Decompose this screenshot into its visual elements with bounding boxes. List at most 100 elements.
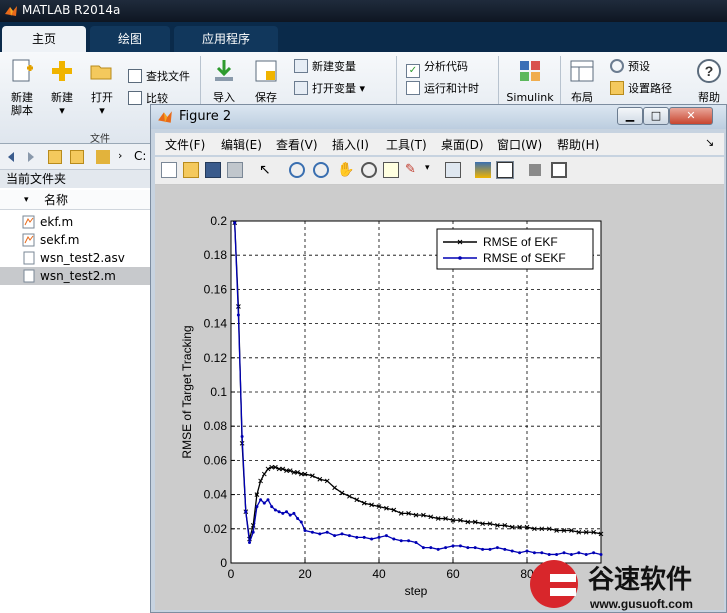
new-variable-button[interactable]: 新建变量 [294, 58, 356, 76]
close-button[interactable]: ✕ [669, 107, 713, 125]
data-point [384, 534, 388, 538]
new-script-button[interactable]: 新建 脚本 [4, 58, 40, 117]
file-row[interactable]: ekf.m [0, 213, 152, 231]
menu-insert[interactable]: 插入(I) [332, 136, 369, 153]
file-row[interactable]: sekf.m [0, 231, 152, 249]
current-path[interactable]: C: [134, 149, 146, 163]
find-files-icon [128, 69, 142, 83]
show-plot-tools-icon[interactable] [551, 162, 567, 178]
x-tick-label: 0 [228, 567, 235, 581]
file-row-selected[interactable]: wsn_test2.m [0, 267, 152, 285]
help-button[interactable]: ? 帮助 [694, 58, 724, 104]
new-script-label-1: 新建 [11, 91, 33, 104]
preferences-label: 预设 [628, 60, 650, 73]
file-row[interactable]: wsn_test2.asv [0, 249, 152, 267]
data-point [451, 544, 455, 548]
figure-menu-bar: 文件(F) 编辑(E) 查看(V) 插入(I) 工具(T) 桌面(D) 窗口(W… [155, 133, 724, 155]
data-point [244, 510, 248, 514]
colorbar-icon[interactable] [475, 162, 491, 178]
forward-icon[interactable] [24, 150, 38, 164]
menu-view[interactable]: 查看(V) [276, 136, 318, 153]
up-folder-icon[interactable] [48, 150, 62, 164]
maximize-button[interactable]: □ [643, 107, 669, 125]
data-point [495, 546, 499, 550]
minimize-button[interactable]: ▁ [617, 107, 643, 125]
legend[interactable]: RMSE of EKF RMSE of SEKF [436, 228, 594, 270]
path-separator: › [118, 149, 123, 162]
new-figure-icon[interactable] [161, 162, 177, 178]
rotate-3d-icon[interactable] [361, 162, 377, 178]
menu-tools[interactable]: 工具(T) [386, 136, 427, 153]
tab-home[interactable]: 主页 [2, 26, 86, 52]
run-time-icon [406, 81, 420, 95]
x-axis-label: step [405, 584, 428, 598]
preferences-button[interactable]: 预设 [610, 58, 650, 76]
pan-hand-icon[interactable]: ✋ [337, 162, 354, 178]
brush-icon[interactable]: ✎ [405, 162, 421, 178]
menu-window[interactable]: 窗口(W) [497, 136, 542, 153]
new-button[interactable]: 新建 ▾ [44, 58, 80, 117]
back-icon[interactable] [4, 150, 18, 164]
print-icon[interactable] [227, 162, 243, 178]
plot-area[interactable]: 0 20 40 60 8000.020.040.060.080.10.120.140.1… [155, 185, 724, 610]
file-name: sekf.m [40, 233, 80, 247]
new-variable-icon [294, 59, 308, 73]
data-point [347, 534, 351, 538]
find-files-button[interactable]: 查找文件 [128, 68, 190, 86]
open-file-icon[interactable] [183, 162, 199, 178]
menu-desktop[interactable]: 桌面(D) [441, 136, 484, 153]
y-tick-label: 0.18 [204, 248, 228, 262]
import-button[interactable]: 导入 [206, 58, 242, 104]
save-workspace-icon [255, 60, 277, 82]
watermark-logo: 谷速软件 www.gusuoft.com [530, 560, 693, 611]
data-cursor-icon[interactable] [383, 162, 399, 178]
data-point [285, 510, 288, 514]
data-point [481, 547, 485, 551]
browse-folder-icon[interactable] [70, 150, 84, 164]
matlab-logo-icon [158, 111, 172, 123]
zoom-in-icon[interactable] [289, 162, 305, 178]
data-point [532, 551, 536, 555]
data-point [240, 434, 244, 438]
check-icon: ✓ [406, 64, 420, 78]
dock-arrow-icon[interactable]: ↘ [705, 136, 714, 149]
save-button[interactable]: 保存 [248, 58, 284, 104]
y-tick-label: 0.14 [204, 317, 228, 331]
import-label: 导入 [213, 91, 235, 104]
open-button[interactable]: 打开 ▾ [84, 58, 120, 117]
analyze-code-button[interactable]: ✓ 分析代码 [406, 58, 468, 78]
open-variable-button[interactable]: 打开变量 ▾ [294, 80, 365, 98]
chevron-down-icon: ▾ [99, 104, 105, 117]
data-point [414, 540, 418, 544]
legend-icon[interactable] [496, 161, 514, 179]
set-path-button[interactable]: 设置路径 [610, 80, 672, 98]
tab-plots[interactable]: 绘图 [90, 26, 170, 52]
tab-apps[interactable]: 应用程序 [174, 26, 278, 52]
figure-title-bar[interactable]: Figure 2 ▁ □ ✕ [151, 105, 726, 129]
menu-help[interactable]: 帮助(H) [557, 136, 599, 153]
y-tick-label: 0.08 [204, 419, 228, 433]
menu-file[interactable]: 文件(F) [165, 136, 205, 153]
folder-icon [96, 150, 110, 164]
chevron-down-icon[interactable]: ▾ [425, 163, 430, 173]
hide-plot-tools-icon[interactable] [529, 164, 541, 176]
save-figure-icon[interactable] [205, 162, 221, 178]
data-point [525, 549, 529, 553]
column-name-label: 名称 [44, 193, 69, 207]
matlab-title-bar: MATLAB R2014a [0, 0, 727, 22]
simulink-button[interactable]: Simulink [504, 58, 556, 104]
edit-plot-arrow-icon[interactable]: ↖ [259, 162, 275, 178]
link-plot-icon[interactable] [445, 162, 461, 178]
menu-edit[interactable]: 编辑(E) [221, 136, 262, 153]
x-tick-label: 60 [446, 567, 460, 581]
layout-button[interactable]: 布局 [566, 58, 598, 104]
gear-icon [610, 59, 624, 73]
zoom-out-icon[interactable] [313, 162, 329, 178]
legend-label: RMSE of EKF [483, 235, 558, 249]
column-header-name[interactable]: ▾ 名称 [0, 190, 152, 210]
document-icon [23, 251, 35, 265]
simulink-icon [520, 61, 540, 81]
new-plus-icon [52, 61, 72, 81]
run-and-time-button[interactable]: 运行和计时 [406, 80, 479, 98]
y-tick-label: 0.04 [204, 488, 228, 502]
